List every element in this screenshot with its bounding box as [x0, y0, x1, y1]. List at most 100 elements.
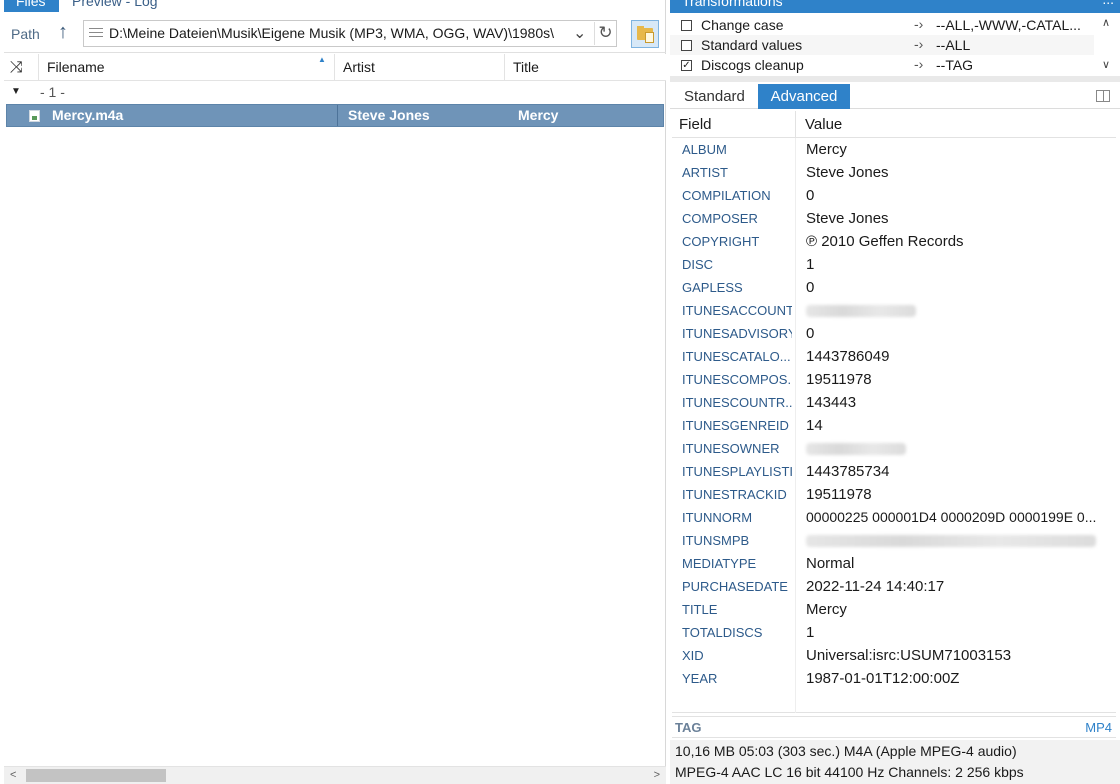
table-row[interactable]: TITLE Mercy	[672, 598, 1116, 621]
up-arrow-icon[interactable]: ↑	[58, 22, 76, 44]
field-value[interactable]: Steve Jones	[806, 164, 1106, 181]
table-row[interactable]: ITUNESADVISORY 0	[672, 322, 1116, 345]
table-row[interactable]: ITUNESTRACKID 19511978	[672, 483, 1116, 506]
group-header[interactable]: ▼ - 1 -	[4, 82, 666, 104]
field-name: MEDIATYPE	[682, 556, 757, 571]
column-title[interactable]: Title	[505, 54, 661, 81]
tab-preview-log[interactable]: Preview - Log	[72, 0, 158, 11]
table-row[interactable]: ITUNESCOMPOS... 19511978	[672, 368, 1116, 391]
table-row[interactable]: ITUNESGENREID 14	[672, 414, 1116, 437]
tab-files[interactable]: Files	[4, 0, 59, 12]
field-value[interactable]: 14	[806, 417, 1106, 434]
table-row[interactable]: ITUNESCOUNTR... 143443	[672, 391, 1116, 414]
field-name: GAPLESS	[682, 280, 743, 295]
shuffle-icon[interactable]: ⤨	[10, 54, 34, 81]
table-row[interactable]: COMPILATION 0	[672, 184, 1116, 207]
sort-ascending-icon: ▲	[318, 55, 326, 64]
checkbox[interactable]	[681, 40, 692, 51]
field-value[interactable]: 0	[806, 187, 1106, 204]
table-row-empty[interactable]	[672, 690, 1116, 713]
column-artist[interactable]: Artist	[335, 54, 505, 81]
folder-icon[interactable]	[631, 20, 659, 48]
redacted-value	[806, 305, 916, 317]
table-row[interactable]: ITUNESOWNER	[672, 437, 1116, 460]
field-value[interactable]: 19511978	[806, 486, 1106, 503]
path-value[interactable]: D:\Meine Dateien\Musik\Eigene Musik (MP3…	[109, 25, 574, 41]
field-value[interactable]: 00000225 000001D4 0000209D 0000199E 0...	[806, 509, 1106, 525]
redacted-value	[806, 443, 906, 455]
field-value[interactable]: 1443786049	[806, 348, 1106, 365]
table-row[interactable]: COPYRIGHT ℗ 2010 Geffen Records	[672, 230, 1116, 253]
splitter[interactable]	[670, 76, 1120, 82]
arrow-right-icon: -›	[914, 36, 924, 52]
cell-artist: Steve Jones	[348, 107, 430, 123]
field-value[interactable]: 1	[806, 256, 1106, 273]
field-value[interactable]: 0	[806, 279, 1106, 296]
panel-layout-icon[interactable]	[1096, 90, 1110, 102]
table-row[interactable]: ITUNESACCOUNT	[672, 299, 1116, 322]
column-field[interactable]: Field	[679, 111, 712, 138]
more-options-icon[interactable]: ...	[1102, 0, 1114, 7]
table-row[interactable]: XID Universal:isrc:USUM71003153	[672, 644, 1116, 667]
chevron-down-icon[interactable]: ⌄	[573, 23, 586, 43]
checkbox-checked[interactable]: ✓	[681, 60, 692, 71]
field-value[interactable]: 0	[806, 325, 1106, 342]
transformation-discogs-cleanup[interactable]: ✓ Discogs cleanup -› --TAG	[670, 55, 1094, 75]
tag-panel: Transformations ... Change case -› --ALL…	[670, 0, 1120, 784]
scroll-left-icon[interactable]: <	[10, 769, 16, 781]
field-name: COMPILATION	[682, 188, 771, 203]
field-value[interactable]: Steve Jones	[806, 210, 1106, 227]
table-row[interactable]: ITUNSMPB	[672, 529, 1116, 552]
scroll-right-icon[interactable]: >	[654, 769, 660, 781]
field-name: COMPOSER	[682, 211, 758, 226]
transformations-scrollbar[interactable]: ∧ ∨	[1095, 14, 1120, 76]
field-value[interactable]: Normal	[806, 555, 1106, 572]
status-line-file-info: 10,16 MB 05:03 (303 sec.) M4A (Apple MPE…	[675, 743, 1017, 759]
transformation-change-case[interactable]: Change case -› --ALL,-WWW,-CATAL...	[670, 15, 1094, 35]
field-name: TOTALDISCS	[682, 625, 763, 640]
horizontal-scrollbar[interactable]: < >	[4, 766, 666, 784]
column-filename[interactable]: Filename	[38, 54, 335, 81]
table-row[interactable]: ALBUM Mercy	[672, 138, 1116, 161]
field-name: ITUNESGENREID	[682, 418, 789, 433]
tab-standard[interactable]: Standard	[684, 88, 745, 105]
checkbox[interactable]	[681, 20, 692, 31]
field-value[interactable]: 2022-11-24 14:40:17	[806, 578, 1106, 595]
table-row[interactable]: YEAR 1987-01-01T12:00:00Z	[672, 667, 1116, 690]
table-row[interactable]: ARTIST Steve Jones	[672, 161, 1116, 184]
table-row[interactable]: PURCHASEDATE 2022-11-24 14:40:17	[672, 575, 1116, 598]
table-row[interactable]: TOTALDISCS 1	[672, 621, 1116, 644]
field-value[interactable]: 1443785734	[806, 463, 1106, 480]
field-value[interactable]: 1987-01-01T12:00:00Z	[806, 670, 1106, 687]
field-value[interactable]: 1	[806, 624, 1106, 641]
field-value[interactable]: 143443	[806, 394, 1106, 411]
table-row[interactable]: ITUNNORM 00000225 000001D4 0000209D 0000…	[672, 506, 1116, 529]
table-row[interactable]: GAPLESS 0	[672, 276, 1116, 299]
table-row[interactable]: MEDIATYPE Normal	[672, 552, 1116, 575]
field-value[interactable]: Mercy	[806, 141, 1106, 158]
tab-advanced[interactable]: Advanced	[758, 84, 850, 109]
collapse-triangle-icon[interactable]: ▼	[11, 86, 21, 97]
field-value[interactable]: 19511978	[806, 371, 1106, 388]
path-history-icon[interactable]	[89, 28, 103, 40]
field-value[interactable]: Universal:isrc:USUM71003153	[806, 647, 1106, 664]
tag-tab-bar: Standard Advanced	[670, 84, 1120, 109]
transformation-arg: --ALL,-WWW,-CATAL...	[936, 17, 1081, 33]
refresh-icon[interactable]: ↻	[594, 22, 616, 45]
table-row[interactable]: Mercy.m4a Steve Jones Mercy	[6, 104, 664, 127]
chevron-up-icon[interactable]: ∧	[1102, 16, 1110, 29]
chevron-down-icon[interactable]: ∨	[1102, 58, 1110, 71]
table-row[interactable]: DISC 1	[672, 253, 1116, 276]
column-value[interactable]: Value	[805, 111, 842, 138]
audio-file-icon	[29, 110, 40, 122]
field-value[interactable]: ℗ 2010 Geffen Records	[806, 233, 1106, 250]
field-name: ITUNESACCOUNT	[682, 303, 792, 318]
table-row[interactable]: ITUNESPLAYLISTID 1443785734	[672, 460, 1116, 483]
transformation-standard-values[interactable]: Standard values -› --ALL	[670, 35, 1094, 55]
table-row[interactable]: COMPOSER Steve Jones	[672, 207, 1116, 230]
group-label: - 1 -	[40, 84, 65, 100]
path-input[interactable]: D:\Meine Dateien\Musik\Eigene Musik (MP3…	[83, 20, 617, 47]
scrollbar-thumb[interactable]	[26, 769, 166, 782]
field-value[interactable]: Mercy	[806, 601, 1106, 618]
table-row[interactable]: ITUNESCATALO... 1443786049	[672, 345, 1116, 368]
